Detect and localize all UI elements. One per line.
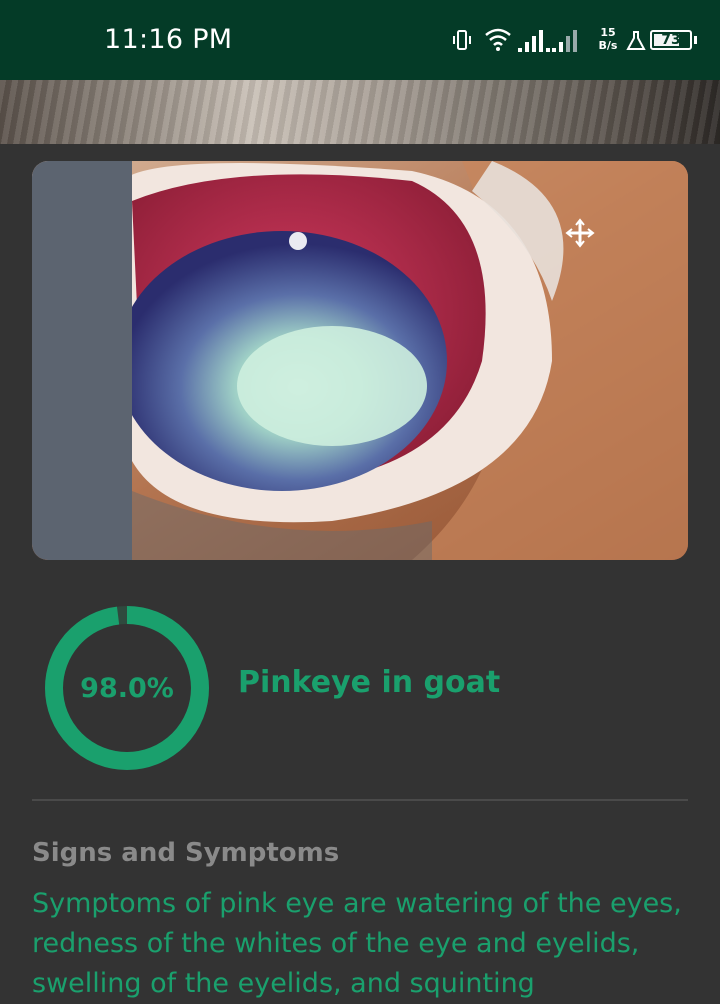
symptoms-text: Symptoms of pink eye are watering of the…: [32, 888, 682, 999]
battery-tip: [694, 36, 697, 44]
signal-icon-2: [552, 30, 577, 52]
status-time: 11:16 PM: [104, 24, 233, 55]
section-title: Signs and Symptoms: [32, 838, 340, 868]
wifi-icon: [485, 28, 511, 51]
battery-level: 73: [661, 32, 681, 48]
signal-icon: [518, 30, 550, 52]
vibrate-icon: [453, 30, 471, 50]
divider: [32, 799, 688, 801]
flask-icon: [626, 31, 646, 50]
net-speed-value: 15: [600, 26, 616, 39]
net-speed-unit: B/s: [598, 39, 618, 52]
net-speed: 15 B/s: [592, 26, 624, 52]
diagnosis-photo: [32, 161, 688, 560]
background-photo: [0, 80, 720, 146]
disease-name: Pinkeye in goat: [238, 665, 501, 700]
confidence-percentage: 98.0%: [80, 672, 174, 704]
status-bar: 11:16 PM 15 B/s 73: [0, 0, 720, 80]
battery-icon: 73: [650, 30, 692, 50]
